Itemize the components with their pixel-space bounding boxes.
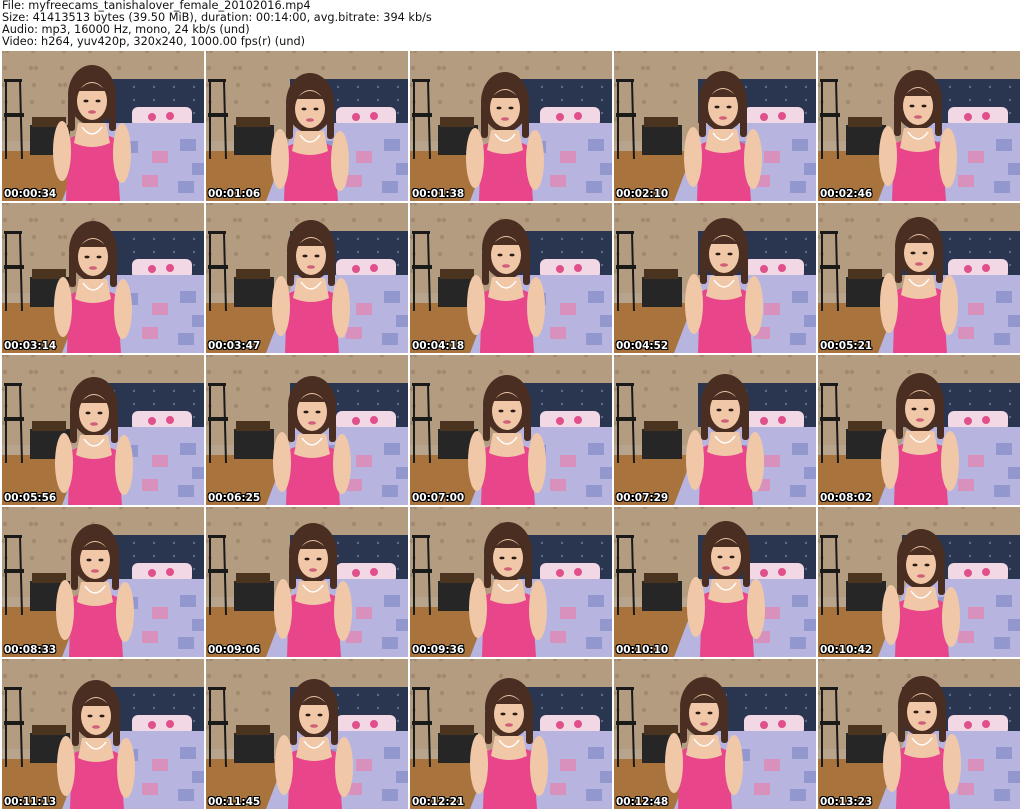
thumbnail-frame: 00:01:38 <box>410 51 612 201</box>
thumbnail-frame: 00:03:14 <box>2 203 204 353</box>
video-frame-image <box>410 659 612 809</box>
thumbnail-frame: 00:11:45 <box>206 659 408 809</box>
thumbnail-frame: 00:08:02 <box>818 355 1020 505</box>
video-info-line: Video: h264, yuv420p, 320x240, 1000.00 f… <box>2 35 306 48</box>
thumbnail-frame: 00:12:48 <box>614 659 816 809</box>
thumbnail-timestamp: 00:02:46 <box>820 188 873 200</box>
thumbnail-timestamp: 00:03:14 <box>4 340 57 352</box>
thumbnail-timestamp: 00:06:25 <box>208 492 261 504</box>
thumbnail-frame: 00:12:21 <box>410 659 612 809</box>
thumbnail-grid: 00:00:34 00:01:06 00:01:38 00:02:10 00:02:46… <box>2 51 1022 809</box>
thumbnail-timestamp: 00:04:52 <box>616 340 669 352</box>
thumbnail-frame: 00:11:13 <box>2 659 204 809</box>
video-frame-image <box>206 659 408 809</box>
thumbnail-frame: 00:07:00 <box>410 355 612 505</box>
thumbnail-frame: 00:04:52 <box>614 203 816 353</box>
video-frame-image <box>818 507 1020 657</box>
video-frame-image <box>614 203 816 353</box>
video-frame-image <box>206 355 408 505</box>
thumbnail-frame: 00:10:42 <box>818 507 1020 657</box>
video-frame-image <box>614 507 816 657</box>
video-frame-image <box>410 203 612 353</box>
thumbnail-timestamp: 00:01:38 <box>412 188 465 200</box>
thumbnail-timestamp: 00:10:42 <box>820 644 873 656</box>
thumbnail-frame: 00:05:56 <box>2 355 204 505</box>
thumbnail-frame: 00:05:21 <box>818 203 1020 353</box>
thumbnail-timestamp: 00:07:00 <box>412 492 465 504</box>
video-frame-image <box>2 659 204 809</box>
thumbnail-timestamp: 00:05:21 <box>820 340 873 352</box>
thumbnail-timestamp: 00:01:06 <box>208 188 261 200</box>
thumbnail-frame: 00:08:33 <box>2 507 204 657</box>
video-frame-image <box>206 51 408 201</box>
thumbnail-timestamp: 00:03:47 <box>208 340 261 352</box>
video-frame-image <box>410 507 612 657</box>
thumbnail-timestamp: 00:05:56 <box>4 492 57 504</box>
thumbnail-frame: 00:01:06 <box>206 51 408 201</box>
thumbnail-timestamp: 00:09:36 <box>412 644 465 656</box>
thumbnail-frame: 00:13:23 <box>818 659 1020 809</box>
video-frame-image <box>410 355 612 505</box>
video-frame-image <box>818 659 1020 809</box>
thumbnail-frame: 00:06:25 <box>206 355 408 505</box>
thumbnail-frame: 00:09:06 <box>206 507 408 657</box>
thumbnail-frame: 00:04:18 <box>410 203 612 353</box>
video-frame-image <box>2 51 204 201</box>
thumbnail-frame: 00:02:46 <box>818 51 1020 201</box>
thumbnail-timestamp: 00:10:10 <box>616 644 669 656</box>
thumbnail-timestamp: 00:11:13 <box>4 796 57 808</box>
thumbnail-timestamp: 00:04:18 <box>412 340 465 352</box>
thumbnail-timestamp: 00:07:29 <box>616 492 669 504</box>
thumbnail-timestamp: 00:02:10 <box>616 188 669 200</box>
thumbnail-timestamp: 00:08:33 <box>4 644 57 656</box>
video-frame-image <box>818 203 1020 353</box>
thumbnail-frame: 00:00:34 <box>2 51 204 201</box>
video-frame-image <box>206 507 408 657</box>
thumbnail-timestamp: 00:12:48 <box>616 796 669 808</box>
video-frame-image <box>614 659 816 809</box>
video-frame-image <box>614 355 816 505</box>
thumbnail-frame: 00:02:10 <box>614 51 816 201</box>
thumbnail-timestamp: 00:11:45 <box>208 796 261 808</box>
thumbnail-frame: 00:10:10 <box>614 507 816 657</box>
thumbnail-frame: 00:09:36 <box>410 507 612 657</box>
video-frame-image <box>2 203 204 353</box>
thumbnail-timestamp: 00:09:06 <box>208 644 261 656</box>
thumbnail-timestamp: 00:13:23 <box>820 796 873 808</box>
video-frame-image <box>2 355 204 505</box>
video-frame-image <box>818 355 1020 505</box>
thumbnail-timestamp: 00:00:34 <box>4 188 57 200</box>
video-frame-image <box>614 51 816 201</box>
video-frame-image <box>818 51 1020 201</box>
thumbnail-timestamp: 00:12:21 <box>412 796 465 808</box>
video-frame-image <box>410 51 612 201</box>
file-info-header: File: myfreecams_tanishalover_female_201… <box>2 0 1022 48</box>
thumbnail-frame: 00:03:47 <box>206 203 408 353</box>
video-frame-image <box>2 507 204 657</box>
video-frame-image <box>206 203 408 353</box>
thumbnail-timestamp: 00:08:02 <box>820 492 873 504</box>
thumbnail-frame: 00:07:29 <box>614 355 816 505</box>
